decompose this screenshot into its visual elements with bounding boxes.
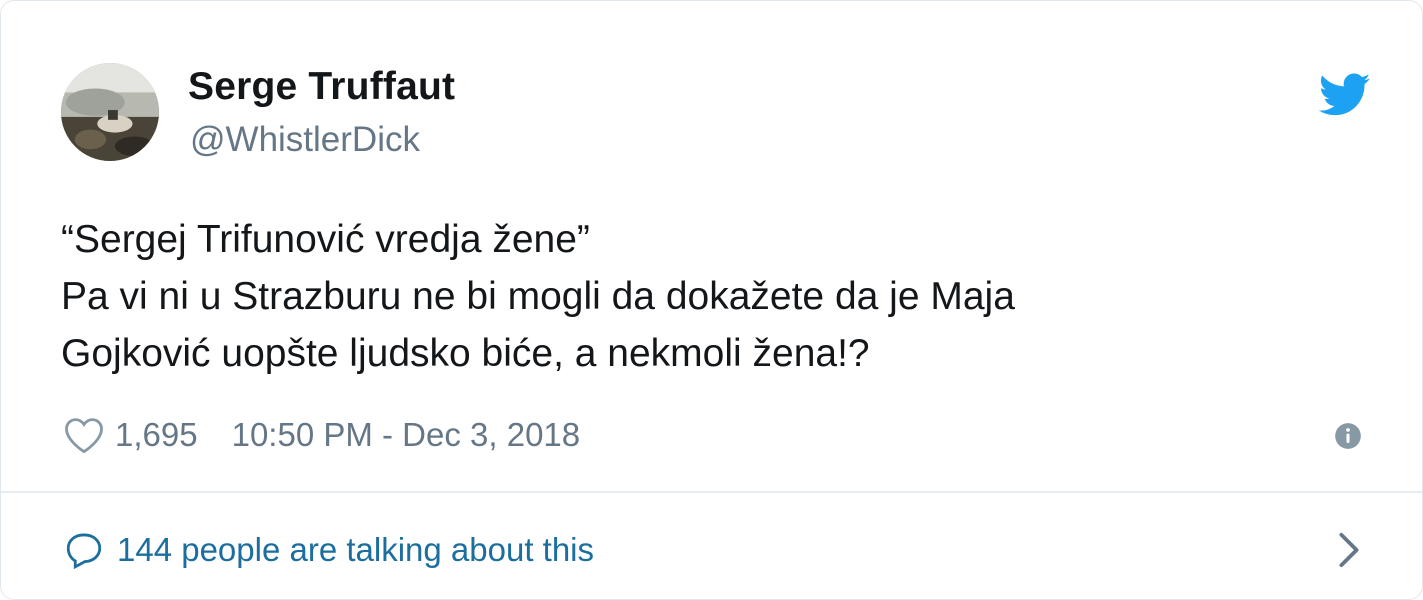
handle[interactable]: @WhistlerDick <box>190 120 420 160</box>
tweet-line: “Sergej Trifunović vredja žene” <box>61 218 590 261</box>
avatar[interactable] <box>61 63 159 161</box>
like-count[interactable]: 1,695 <box>115 416 198 454</box>
tweet-card: Serge Truffaut @WhistlerDick “Sergej Tri… <box>0 0 1423 600</box>
twitter-bird-icon[interactable] <box>1319 73 1371 117</box>
tweet-meta: 1,695 10:50 PM - Dec 3, 2018 <box>63 413 580 457</box>
talking-link[interactable]: 144 people are talking about this <box>63 527 594 573</box>
heart-icon[interactable] <box>63 415 105 455</box>
tweet-text: “Sergej Trifunović vredja žene” Pa vi ni… <box>61 211 1361 382</box>
chevron-right-icon[interactable] <box>1337 531 1361 569</box>
display-name[interactable]: Serge Truffaut <box>188 65 455 109</box>
speech-bubble-icon <box>66 533 102 570</box>
avatar-photo <box>61 63 159 161</box>
timestamp[interactable]: 10:50 PM - Dec 3, 2018 <box>232 416 581 454</box>
tweet-line: Pa vi ni u Strazburu ne bi mogli da doka… <box>61 275 1015 318</box>
divider <box>1 491 1422 493</box>
tweet-line: Gojković uopšte ljudsko biće, a nekmoli … <box>61 332 870 375</box>
info-icon[interactable] <box>1334 422 1362 450</box>
talking-text: 144 people are talking about this <box>117 531 595 568</box>
